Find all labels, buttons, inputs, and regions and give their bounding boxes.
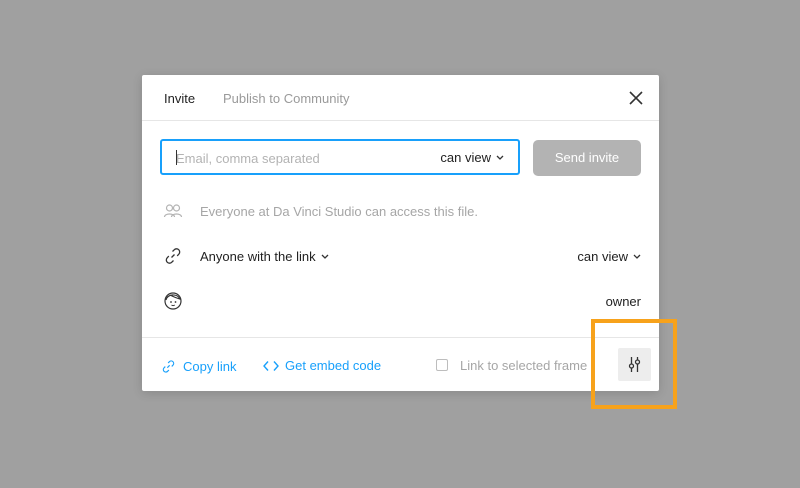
- link-selected-frame-label: Link to selected frame: [460, 358, 588, 373]
- copy-link-label: Copy link: [183, 359, 237, 374]
- close-icon[interactable]: [627, 89, 645, 107]
- chevron-down-icon: [321, 254, 329, 259]
- people-icon: [163, 204, 183, 218]
- share-dialog: Invite Publish to Community can view Sen…: [142, 75, 659, 391]
- dialog-footer: Copy link Get embed code Link to selecte…: [142, 337, 659, 392]
- link-settings-button[interactable]: [618, 348, 651, 381]
- invite-permission-label: can view: [440, 150, 491, 165]
- avatar-icon: [164, 292, 182, 310]
- copy-link-button[interactable]: Copy link: [160, 358, 236, 375]
- tab-invite[interactable]: Invite: [164, 91, 195, 107]
- link-scope-dropdown[interactable]: Anyone with the link: [200, 249, 329, 264]
- send-invite-button[interactable]: Send invite: [533, 140, 641, 176]
- text-caret: [176, 150, 177, 165]
- chevron-down-icon: [496, 155, 504, 160]
- email-input[interactable]: [176, 149, 426, 167]
- dialog-header: Invite Publish to Community: [142, 75, 659, 121]
- link-access-row: Anyone with the link can view: [142, 245, 659, 269]
- link-scope-label: Anyone with the link: [200, 249, 316, 264]
- sliders-icon: [628, 357, 641, 372]
- code-icon: [263, 360, 279, 371]
- link-permission-dropdown[interactable]: can view: [577, 249, 641, 264]
- link-permission-label: can view: [577, 249, 628, 264]
- tab-publish-to-community[interactable]: Publish to Community: [223, 91, 349, 107]
- get-embed-code-button[interactable]: Get embed code: [263, 358, 381, 373]
- invite-permission-dropdown[interactable]: can view: [440, 150, 504, 165]
- link-icon: [162, 360, 175, 373]
- embed-code-label: Get embed code: [285, 358, 382, 373]
- chevron-down-icon: [633, 254, 641, 259]
- link-icon: [165, 248, 181, 264]
- email-field-container: can view: [160, 139, 520, 175]
- link-selected-frame-checkbox[interactable]: [436, 359, 448, 371]
- owner-role: owner: [605, 294, 641, 309]
- owner-row: owner: [142, 290, 659, 314]
- team-access-row: Everyone at Da Vinci Studio can access t…: [142, 200, 659, 224]
- team-access-text: Everyone at Da Vinci Studio can access t…: [200, 204, 478, 219]
